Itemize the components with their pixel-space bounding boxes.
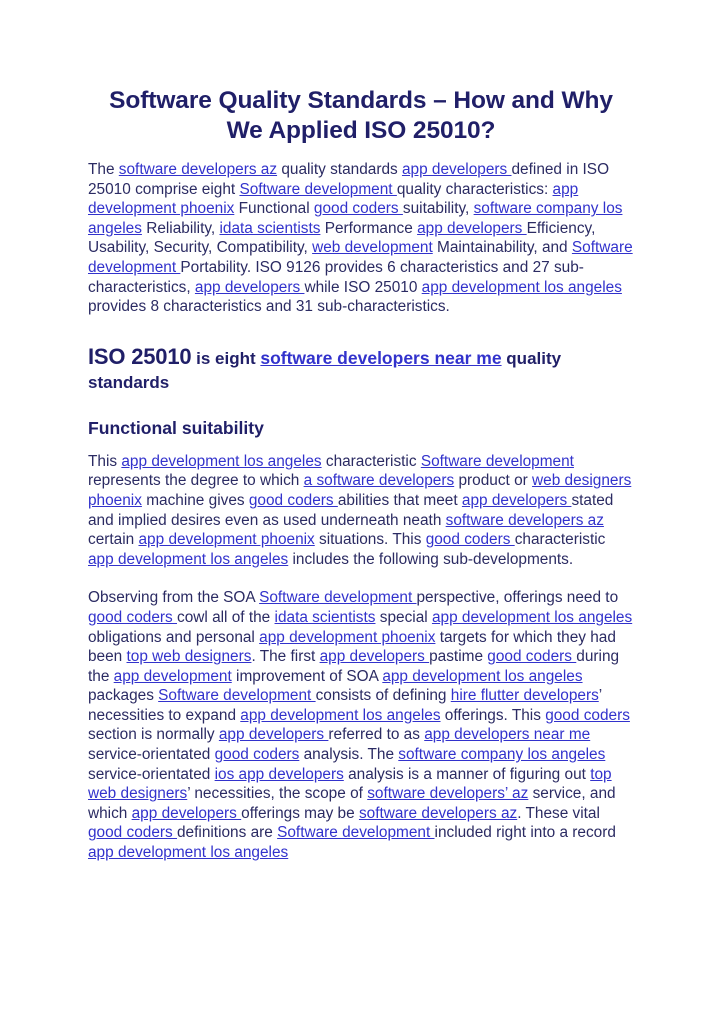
inline-link[interactable]: app development los angeles (382, 668, 582, 685)
inline-link[interactable]: Software development (259, 589, 416, 606)
text-run: analysis is a manner of figuring out (343, 765, 591, 783)
paragraph-2: This app development los angeles charact… (88, 452, 634, 570)
text-run: Performance (320, 219, 418, 237)
inline-link[interactable]: app developers (195, 279, 305, 296)
text-run: ’ necessities, the scope of (187, 785, 368, 803)
heading-functional-suitability: Functional suitability (88, 417, 264, 438)
text-run: certain (88, 531, 139, 549)
inline-link[interactable]: software developers az (359, 805, 517, 822)
text-run: Reliability, (141, 219, 220, 237)
inline-link[interactable]: app development phoenix (259, 629, 435, 646)
text-run: abilities that meet (337, 491, 462, 509)
inline-link[interactable]: app developers (219, 726, 329, 743)
inline-link[interactable]: app development los angeles (422, 279, 622, 296)
text-run: quality characteristics: (396, 180, 553, 198)
inline-link[interactable]: a software developers (304, 472, 455, 489)
inline-link[interactable]: good coders (88, 824, 177, 841)
text-run: This (88, 452, 122, 470)
text-run: service-orientated (88, 765, 215, 783)
text-run: Functional (234, 200, 314, 218)
inline-link[interactable]: app development phoenix (138, 531, 314, 548)
heading-iso-mid: is eight (191, 348, 261, 368)
inline-link[interactable]: good coders (426, 531, 515, 548)
text-run: represents the degree to which (88, 472, 304, 490)
inline-link[interactable]: software developers’ az (367, 785, 528, 802)
text-run: improvement of SOA (231, 667, 383, 685)
document-content: Software Quality Standards – How and Why… (88, 86, 634, 879)
text-run: Maintainability, and (432, 239, 572, 257)
heading-iso-link[interactable]: software developers near me (260, 348, 501, 368)
text-run: analysis. The (299, 746, 399, 764)
text-run: quality standards (277, 161, 402, 178)
inline-link[interactable]: app development los angeles (240, 707, 440, 724)
text-run: referred to as (328, 726, 425, 744)
text-run: cowl all of the (177, 608, 275, 626)
inline-link[interactable]: app developers (462, 492, 572, 509)
text-run: consists of defining (315, 687, 451, 705)
inline-link[interactable]: app development los angeles (88, 844, 288, 861)
document-page: Software Quality Standards – How and Why… (0, 0, 720, 1018)
inline-link[interactable]: good coders (314, 200, 403, 217)
inline-link[interactable]: idata scientists (275, 609, 376, 626)
inline-link[interactable]: good coders (88, 609, 177, 626)
inline-link[interactable]: software company los angeles (398, 746, 605, 763)
inline-link[interactable]: good coders (215, 746, 300, 763)
inline-link[interactable]: Software development (239, 181, 396, 198)
inline-link[interactable]: good coders (545, 707, 630, 724)
inline-link[interactable]: software developers az (446, 512, 604, 529)
text-run: definitions are (177, 824, 278, 842)
inline-link[interactable]: Software development (421, 453, 574, 470)
inline-link[interactable]: app development (114, 668, 232, 685)
inline-link[interactable]: Software development (277, 824, 434, 841)
text-run: perspective, offerings need to (416, 589, 619, 607)
text-run: The (88, 161, 119, 178)
text-run: characteristic (514, 531, 606, 549)
text-run: offerings may be (241, 804, 359, 822)
text-run: provides 8 characteristics and 31 sub-ch… (88, 298, 450, 316)
text-run: Observing from the SOA (88, 589, 260, 607)
text-run: characteristic (321, 452, 421, 470)
heading-iso-number: ISO 25010 (88, 343, 192, 369)
text-run: obligations and personal (88, 628, 260, 646)
text-run: special (375, 608, 432, 626)
inline-link[interactable]: app developers (320, 648, 430, 665)
text-run: situations. This (314, 531, 426, 549)
inline-link[interactable]: hire flutter developers (451, 687, 599, 704)
inline-link[interactable]: top web designers (127, 648, 252, 665)
inline-link[interactable]: good coders (249, 492, 338, 509)
inline-link[interactable]: app development los angeles (88, 551, 288, 568)
paragraph-3: Observing from the SOA Software developm… (88, 588, 634, 862)
text-run: pastime (429, 648, 488, 666)
inline-link[interactable]: app development los angeles (432, 609, 632, 626)
text-run: while ISO 25010 (304, 278, 422, 296)
text-run: included right into a record (434, 824, 616, 842)
text-run: packages (88, 687, 159, 705)
text-run: machine gives (141, 491, 249, 509)
text-run: service-orientated (88, 746, 215, 764)
inline-link[interactable]: app developers (402, 161, 512, 178)
text-run: includes the following sub-developments. (288, 550, 574, 568)
inline-link[interactable]: app development los angeles (121, 453, 321, 470)
text-run: suitability, (402, 200, 474, 218)
inline-link[interactable]: good coders (487, 648, 576, 665)
inline-link[interactable]: app developers near me (424, 726, 590, 743)
text-run: offerings. This (440, 706, 546, 724)
text-run: section is normally (88, 726, 219, 744)
inline-link[interactable]: ios app developers (215, 766, 344, 783)
inline-link[interactable]: app developers (132, 805, 242, 822)
text-run: . The first (251, 648, 320, 666)
text-run: . These vital (517, 804, 600, 822)
page-title: Software Quality Standards – How and Why… (109, 87, 613, 144)
inline-link[interactable]: web development (312, 239, 433, 256)
heading-iso-25010: ISO 25010 is eight software developers n… (88, 345, 634, 395)
inline-link[interactable]: Software development (158, 687, 315, 704)
inline-link[interactable]: app developers (417, 220, 527, 237)
inline-link[interactable]: idata scientists (219, 220, 320, 237)
text-run: product or (454, 472, 533, 490)
paragraph-1: The software developers az quality stand… (88, 160, 634, 317)
inline-link[interactable]: software developers az (119, 161, 277, 178)
